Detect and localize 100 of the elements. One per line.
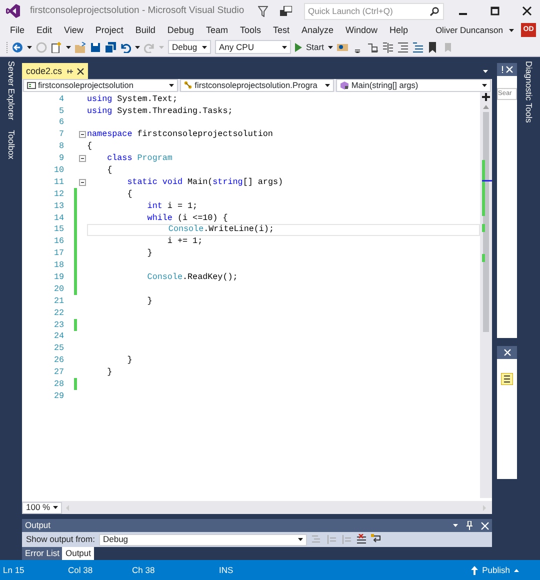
step-icon[interactable] xyxy=(366,42,378,52)
code-line: class Program xyxy=(106,152,172,165)
caret-icon[interactable] xyxy=(453,524,458,527)
menu-item[interactable]: View xyxy=(58,26,90,34)
outline-icon[interactable] xyxy=(382,42,393,52)
output-source-label: Show output from: xyxy=(26,533,95,546)
new-project-icon[interactable] xyxy=(51,42,62,52)
menu-item[interactable]: Test xyxy=(266,26,296,34)
configuration-dropdown[interactable]: Debug xyxy=(168,40,211,54)
caret-icon[interactable] xyxy=(509,28,514,32)
back-icon[interactable] xyxy=(12,42,23,52)
undo-icon[interactable] xyxy=(120,42,131,52)
code-line: using System.Threading.Tasks; xyxy=(87,104,233,118)
code-line: Console.ReadKey(); xyxy=(146,271,238,284)
horizontal-scrollbar[interactable] xyxy=(66,504,486,512)
code-line: { xyxy=(106,164,112,177)
collapse-icon[interactable] xyxy=(78,178,86,186)
menu-item[interactable]: Debug xyxy=(161,26,200,34)
vs-logo-icon xyxy=(6,4,20,18)
indent-icon[interactable] xyxy=(396,42,408,52)
caret-icon[interactable] xyxy=(282,46,287,48)
side-tab[interactable]: Diagnostic Tools xyxy=(524,61,533,123)
line-number: 26 xyxy=(52,354,65,367)
account-name[interactable]: Oliver Duncanson xyxy=(435,24,503,36)
caret-icon[interactable] xyxy=(66,46,71,48)
line-number: 6 xyxy=(58,116,65,130)
word-wrap-icon[interactable] xyxy=(370,534,382,545)
menu-item[interactable]: Team xyxy=(200,26,234,34)
start-button[interactable]: Start xyxy=(295,42,324,52)
line-number: 25 xyxy=(52,342,65,355)
caret-icon[interactable] xyxy=(27,46,32,48)
open-folder-icon[interactable] xyxy=(75,42,86,52)
code-line: } xyxy=(106,366,112,379)
caret-icon[interactable] xyxy=(168,84,174,87)
line-number: 18 xyxy=(52,259,65,272)
save-all-icon[interactable] xyxy=(105,42,116,52)
line-number: 12 xyxy=(52,188,65,200)
navigation-dropdown[interactable]: Main(string[] args) xyxy=(336,79,492,92)
save-icon[interactable] xyxy=(90,42,101,52)
property-pages-icon[interactable] xyxy=(501,373,513,385)
code-line: int i = 1; xyxy=(146,200,198,212)
status-text: Col 38 xyxy=(68,564,94,576)
menu-item[interactable]: Project xyxy=(89,26,130,34)
clear-all-icon[interactable] xyxy=(356,534,367,545)
caret-icon[interactable] xyxy=(298,538,303,541)
document-tab[interactable]: code2.cs xyxy=(22,63,88,79)
status-text: Ln 15 xyxy=(3,564,26,576)
menu-item[interactable]: File xyxy=(4,26,31,34)
caret-icon[interactable] xyxy=(202,46,207,48)
maximize-icon[interactable] xyxy=(490,6,500,16)
publish-button[interactable]: Publish xyxy=(471,566,519,574)
caret-icon[interactable] xyxy=(135,46,140,48)
menu-item[interactable]: Help xyxy=(384,26,414,34)
code-line: namespace firstconsoleprojectsolution xyxy=(87,128,273,141)
line-number: 8 xyxy=(58,140,65,153)
code-line: } xyxy=(146,247,152,260)
menu-item[interactable]: Tools xyxy=(234,26,267,34)
find-icon[interactable] xyxy=(336,42,348,52)
method-icon xyxy=(340,81,350,90)
side-tab[interactable]: Toolbox xyxy=(6,130,16,160)
close-icon[interactable] xyxy=(77,68,84,74)
project-icon xyxy=(27,81,36,90)
dropdown-value: Debug xyxy=(102,533,128,546)
dropdown-value: 100 % xyxy=(26,501,50,514)
panel-tab[interactable]: Output xyxy=(62,547,94,560)
output-source-dropdown[interactable]: Debug xyxy=(98,534,307,546)
bookmark-icon[interactable] xyxy=(426,42,438,52)
side-tab[interactable]: Server Explorer xyxy=(6,61,16,120)
menu-item[interactable]: Window xyxy=(340,26,384,34)
status-text: INS xyxy=(219,564,234,576)
filter-icon[interactable] xyxy=(258,6,268,16)
menu-item[interactable]: Analyze xyxy=(296,26,340,34)
feedback-icon[interactable] xyxy=(280,6,292,16)
platform-dropdown[interactable]: Any CPU xyxy=(215,40,291,54)
dropdown-value: Main(string[] args) xyxy=(351,80,420,91)
search-icon[interactable] xyxy=(430,6,439,16)
zoom-dropdown[interactable]: 100 % xyxy=(22,502,62,514)
panel-tab[interactable]: Error List xyxy=(22,547,62,560)
collapse-icon[interactable] xyxy=(78,154,86,162)
code-line: static void Main(string[] args) xyxy=(126,176,284,188)
navigation-dropdown[interactable]: firstconsoleprojectsolution.Progra xyxy=(180,79,334,92)
line-number: 10 xyxy=(52,164,65,177)
code-line: using System.Text; xyxy=(87,92,178,106)
menu-item[interactable]: Edit xyxy=(30,26,58,34)
caret-icon[interactable] xyxy=(53,506,58,509)
class-icon xyxy=(184,81,193,90)
quick-launch-field[interactable]: Quick Launch (Ctrl+Q) xyxy=(304,2,444,20)
caret-icon[interactable] xyxy=(325,84,330,87)
navigation-dropdown[interactable]: firstconsoleprojectsolution xyxy=(23,79,178,92)
line-number: 5 xyxy=(58,104,65,118)
status-text: Ch 38 xyxy=(132,564,156,576)
comment-icon[interactable] xyxy=(412,42,423,52)
caret-icon[interactable] xyxy=(328,46,333,48)
caret-icon[interactable] xyxy=(483,70,488,73)
caret-icon[interactable] xyxy=(482,84,488,87)
collapse-icon[interactable] xyxy=(78,131,86,138)
line-number: 15 xyxy=(52,223,65,236)
close-icon[interactable] xyxy=(522,6,532,16)
menu-item[interactable]: Build xyxy=(129,26,162,34)
line-number: 7 xyxy=(58,128,65,141)
